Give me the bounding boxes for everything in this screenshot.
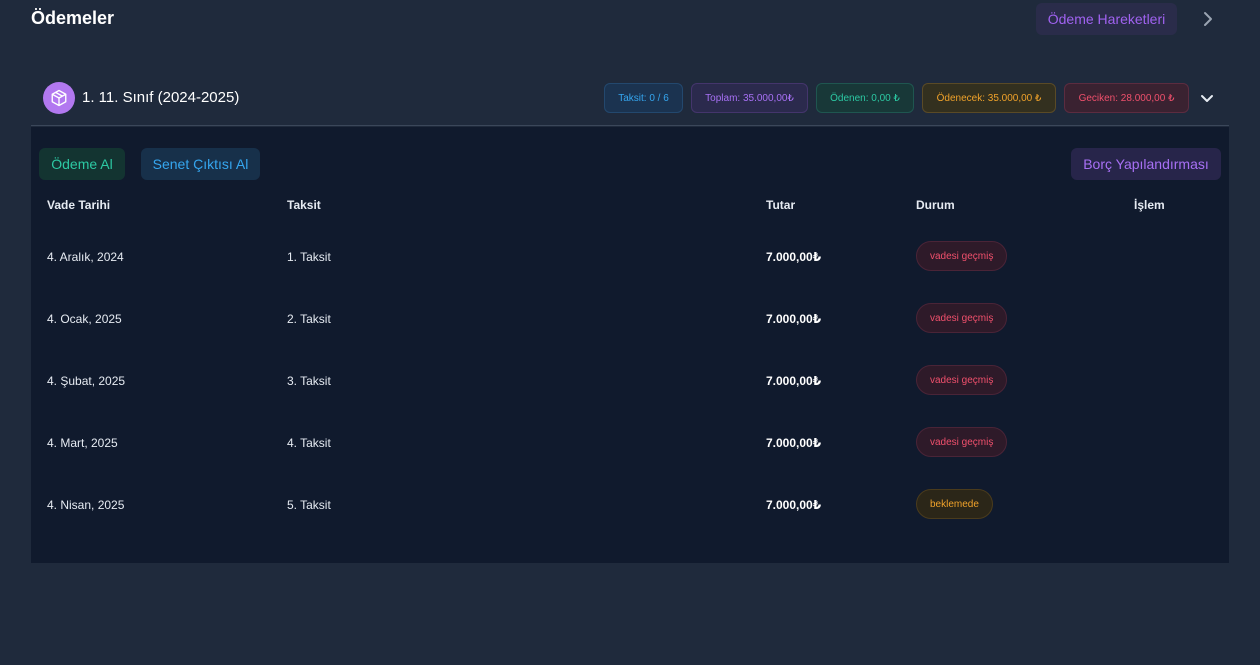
column-installment: Taksit [287, 198, 321, 212]
amount-cell: 7.000,00₺ [766, 374, 822, 388]
column-action: İşlem [1134, 198, 1165, 212]
class-title: 1. 11. Sınıf (2024-2025) [82, 89, 240, 106]
paid-badge: Ödenen: 0,00 ₺ [816, 83, 914, 113]
page-title: Ödemeler [31, 8, 115, 28]
take-payment-button[interactable]: Ödeme Al [39, 148, 125, 180]
debt-restructure-button[interactable]: Borç Yapılandırması [1071, 148, 1221, 180]
amount-cell: 7.000,00₺ [766, 250, 822, 264]
due-date-cell: 4. Nisan, 2025 [47, 498, 125, 512]
overdue-badge: Geciken: 28.000,00 ₺ [1064, 83, 1189, 113]
column-amount: Tutar [766, 198, 796, 212]
installment-cell: 5. Taksit [287, 498, 331, 512]
amount-cell: 7.000,00₺ [766, 312, 822, 326]
total-badge: Toplam: 35.000,00₺ [691, 83, 808, 113]
due-date-cell: 4. Mart, 2025 [47, 436, 118, 450]
status-badge: beklemede [916, 489, 993, 519]
chevron-right-icon[interactable] [1198, 9, 1218, 29]
status-badge: vadesi geçmiş [916, 427, 1008, 457]
table-row: 4. Ocak, 2025 2. Taksit 7.000,00₺ vadesi… [31, 288, 1229, 350]
status-badge: vadesi geçmiş [916, 303, 1008, 333]
installment-cell: 2. Taksit [287, 312, 331, 326]
chevron-down-icon[interactable] [1197, 89, 1217, 109]
amount-cell: 7.000,00₺ [766, 436, 822, 450]
table-row: 4. Mart, 2025 4. Taksit 7.000,00₺ vadesi… [31, 412, 1229, 474]
package-box-icon [43, 82, 75, 114]
table-row: 4. Şubat, 2025 3. Taksit 7.000,00₺ vades… [31, 350, 1229, 412]
class-card-header[interactable]: 1. 11. Sınıf (2024-2025) Taksit: 0 / 6 T… [31, 70, 1229, 126]
column-status: Durum [916, 198, 955, 212]
payment-history-button[interactable]: Ödeme Hareketleri [1036, 3, 1177, 35]
installment-cell: 1. Taksit [287, 250, 331, 264]
print-promissory-note-button[interactable]: Senet Çıktısı Al [141, 148, 260, 180]
installments-panel: Ödeme Al Senet Çıktısı Al Borç Yapılandı… [31, 127, 1229, 563]
installment-count-badge: Taksit: 0 / 6 [604, 83, 683, 113]
installment-cell: 3. Taksit [287, 374, 331, 388]
remaining-badge: Ödenecek: 35.000,00 ₺ [922, 83, 1056, 113]
table-row: 4. Aralık, 2024 1. Taksit 7.000,00₺ vade… [31, 226, 1229, 288]
status-badge: vadesi geçmiş [916, 241, 1008, 271]
payments-page: Ödemeler Ödeme Hareketleri 1. 11. Sınıf … [0, 0, 1260, 665]
due-date-cell: 4. Aralık, 2024 [47, 250, 124, 264]
due-date-cell: 4. Şubat, 2025 [47, 374, 126, 388]
due-date-cell: 4. Ocak, 2025 [47, 312, 122, 326]
amount-cell: 7.000,00₺ [766, 498, 822, 512]
installment-cell: 4. Taksit [287, 436, 331, 450]
status-badge: vadesi geçmiş [916, 365, 1008, 395]
table-row: 4. Nisan, 2025 5. Taksit 7.000,00₺ bekle… [31, 474, 1229, 536]
column-due-date: Vade Tarihi [47, 198, 111, 212]
